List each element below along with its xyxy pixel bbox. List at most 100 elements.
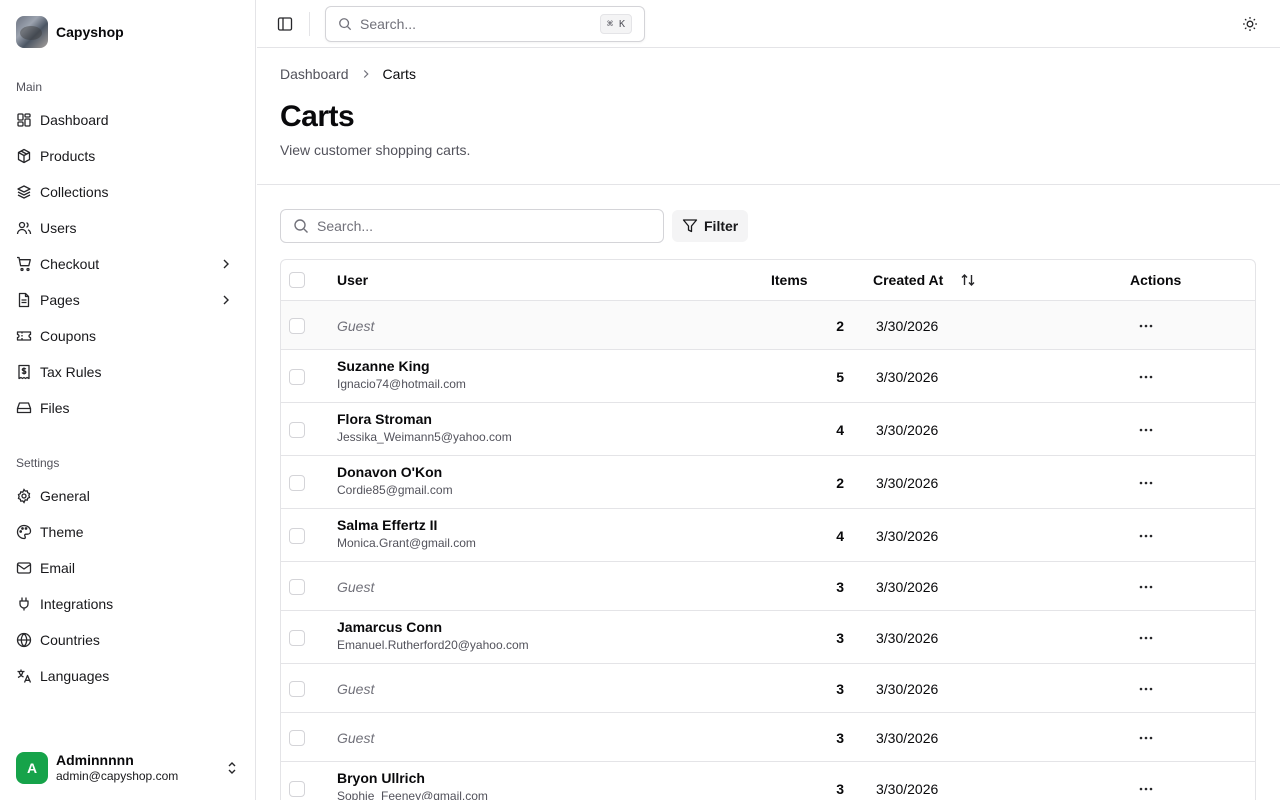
- sidebar-item-coupons[interactable]: Coupons: [8, 320, 248, 352]
- row-checkbox[interactable]: [289, 730, 305, 746]
- table-search[interactable]: [280, 209, 664, 243]
- table-row[interactable]: Guest 3 3/30/2026: [281, 562, 1255, 611]
- table-header: User Items Created At Actions: [281, 260, 1255, 301]
- filter-button[interactable]: Filter: [672, 210, 749, 242]
- search-icon: [338, 17, 352, 31]
- items-count: 3: [836, 681, 844, 697]
- receipt-icon: [16, 364, 32, 380]
- row-checkbox[interactable]: [289, 781, 305, 797]
- user-email: Monica.Grant@gmail.com: [337, 536, 476, 550]
- user-menu[interactable]: A Adminnnnn admin@capyshop.com: [16, 752, 240, 784]
- breadcrumb-dashboard[interactable]: Dashboard: [280, 66, 349, 82]
- row-checkbox[interactable]: [289, 369, 305, 385]
- ticket-icon: [16, 328, 32, 344]
- user-email: admin@capyshop.com: [56, 769, 179, 783]
- items-count: 3: [836, 781, 844, 797]
- section-label-main: Main: [16, 80, 43, 94]
- sidebar-item-email[interactable]: Email: [8, 552, 248, 584]
- layers-icon: [16, 184, 32, 200]
- sun-icon[interactable]: [1242, 16, 1258, 32]
- globe-icon: [16, 632, 32, 648]
- table-row[interactable]: Guest 3 3/30/2026: [281, 713, 1255, 762]
- row-checkbox[interactable]: [289, 422, 305, 438]
- more-actions-icon[interactable]: [1136, 781, 1156, 797]
- sidebar-item-products[interactable]: Products: [8, 140, 248, 172]
- table-search-input[interactable]: [317, 218, 647, 234]
- header-divider: [257, 184, 1280, 185]
- items-count: 5: [836, 369, 844, 385]
- cart-icon: [16, 256, 32, 272]
- created-at: 3/30/2026: [876, 528, 939, 544]
- more-actions-icon[interactable]: [1136, 475, 1156, 491]
- row-checkbox[interactable]: [289, 475, 305, 491]
- brand[interactable]: Capyshop: [16, 16, 124, 48]
- created-at: 3/30/2026: [876, 730, 939, 746]
- chevrons-up-down-icon: [224, 760, 240, 776]
- column-header-items[interactable]: Items: [771, 272, 808, 288]
- row-checkbox[interactable]: [289, 681, 305, 697]
- sidebar-item-tax-rules[interactable]: Tax Rules: [8, 356, 248, 388]
- sidebar-item-users[interactable]: Users: [8, 212, 248, 244]
- translate-icon: [16, 668, 32, 684]
- table-row[interactable]: Donavon O'Kon Cordie85@gmail.com 2 3/30/202…: [281, 456, 1255, 509]
- more-actions-icon[interactable]: [1136, 422, 1156, 438]
- more-actions-icon[interactable]: [1136, 681, 1156, 697]
- more-actions-icon[interactable]: [1136, 318, 1156, 334]
- sidebar-item-pages[interactable]: Pages: [8, 284, 248, 316]
- avatar: A: [16, 752, 48, 784]
- brand-logo: [16, 16, 48, 48]
- created-at: 3/30/2026: [876, 630, 939, 646]
- row-checkbox[interactable]: [289, 579, 305, 595]
- guest-label: Guest: [337, 730, 375, 746]
- table-row[interactable]: Flora Stroman Jessika_Weimann5@yahoo.com 4…: [281, 403, 1255, 456]
- sidebar-item-label: Tax Rules: [40, 364, 102, 380]
- sidebar-item-label: General: [40, 488, 90, 504]
- more-actions-icon[interactable]: [1136, 528, 1156, 544]
- table-row[interactable]: Guest 2 3/30/2026: [281, 301, 1255, 350]
- row-checkbox[interactable]: [289, 630, 305, 646]
- section-label-settings: Settings: [16, 456, 60, 470]
- select-all-checkbox[interactable]: [289, 272, 305, 288]
- more-actions-icon[interactable]: [1136, 579, 1156, 595]
- sidebar-item-label: Coupons: [40, 328, 97, 344]
- global-search[interactable]: ⌘ K: [325, 6, 645, 42]
- sidebar-item-countries[interactable]: Countries: [8, 624, 248, 656]
- more-actions-icon[interactable]: [1136, 730, 1156, 746]
- table-row[interactable]: Guest 3 3/30/2026: [281, 664, 1255, 713]
- user-email: Cordie85@gmail.com: [337, 483, 453, 497]
- more-actions-icon[interactable]: [1136, 630, 1156, 646]
- table-row[interactable]: Salma Effertz II Monica.Grant@gmail.com 4 3…: [281, 509, 1255, 562]
- table-row[interactable]: Jamarcus Conn Emanuel.Rutherford20@yahoo.…: [281, 611, 1255, 664]
- user-info: Adminnnnn admin@capyshop.com: [56, 752, 178, 784]
- users-icon: [16, 220, 32, 236]
- sidebar-item-general[interactable]: General: [8, 480, 248, 512]
- row-checkbox[interactable]: [289, 318, 305, 334]
- more-actions-icon[interactable]: [1136, 369, 1156, 385]
- sidebar-item-languages[interactable]: Languages: [8, 660, 248, 692]
- items-count: 4: [836, 528, 844, 544]
- sidebar-item-integrations[interactable]: Integrations: [8, 588, 248, 620]
- sidebar-item-label: Integrations: [40, 596, 114, 612]
- row-checkbox[interactable]: [289, 528, 305, 544]
- sidebar-item-dashboard[interactable]: Dashboard: [8, 104, 248, 136]
- file-icon: [16, 292, 32, 308]
- global-search-input[interactable]: [360, 16, 580, 32]
- sidebar-item-label: Files: [40, 400, 70, 416]
- sidebar-item-checkout[interactable]: Checkout: [8, 248, 248, 280]
- sidebar-item-collections[interactable]: Collections: [8, 176, 248, 208]
- table-row[interactable]: Suzanne King Ignacio74@hotmail.com 5 3/30/2…: [281, 350, 1255, 403]
- page-subtitle: View customer shopping carts.: [280, 142, 471, 158]
- sidebar-item-theme[interactable]: Theme: [8, 516, 248, 548]
- sidebar-item-files[interactable]: Files: [8, 392, 248, 424]
- column-header-created-at[interactable]: Created At: [873, 272, 943, 288]
- column-header-user[interactable]: User: [337, 272, 368, 288]
- sidebar-toggle-icon[interactable]: [277, 16, 295, 32]
- table-row[interactable]: Bryon Ullrich Sophie_Feeney@gmail.com 3 3/3…: [281, 762, 1255, 800]
- sort-icon[interactable]: [960, 272, 976, 288]
- user-name: Flora Stroman: [337, 411, 432, 427]
- user-email: Emanuel.Rutherford20@yahoo.com: [337, 638, 529, 652]
- chevron-right-icon: [218, 256, 234, 272]
- user-email: Ignacio74@hotmail.com: [337, 377, 466, 391]
- chevron-right-icon: [218, 292, 234, 308]
- breadcrumb: Dashboard Carts: [280, 66, 416, 82]
